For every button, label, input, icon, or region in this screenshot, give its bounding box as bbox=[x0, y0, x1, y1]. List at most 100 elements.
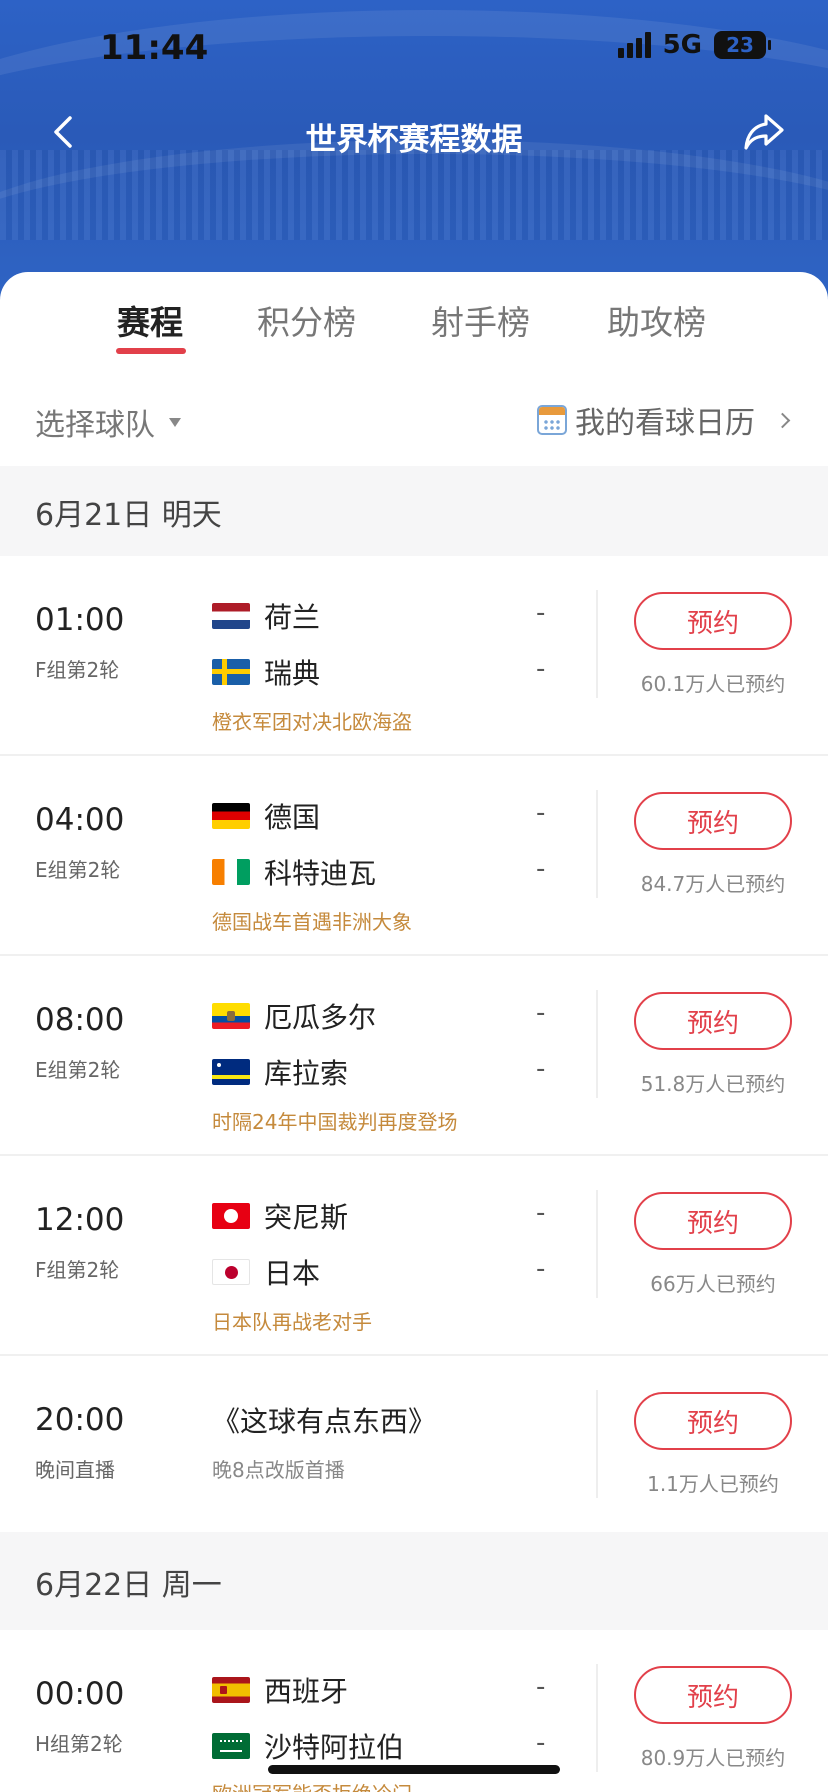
away-team: 日本 bbox=[212, 1252, 320, 1292]
away-team: 沙特阿拉伯 bbox=[212, 1726, 404, 1766]
saudi-arabia-flag-icon bbox=[212, 1733, 250, 1759]
divider bbox=[596, 990, 598, 1098]
home-team-name: 荷兰 bbox=[264, 601, 321, 634]
reserve-button[interactable]: 预约 bbox=[634, 792, 792, 850]
home-team: 荷兰 bbox=[212, 596, 320, 636]
status-time: 11:44 bbox=[100, 28, 209, 68]
away-team-name: 沙特阿拉伯 bbox=[264, 1731, 405, 1764]
divider bbox=[596, 1190, 598, 1298]
match-description: 时隔24年中国裁判再度登场 bbox=[212, 1110, 458, 1134]
match-row[interactable]: 04:00 E组第2轮 德国 - 科特迪瓦 - 德国战车首遇非洲大象 预约 84… bbox=[0, 756, 828, 956]
reserve-count: 51.8万人已预约 bbox=[640, 1072, 786, 1096]
away-team: 瑞典 bbox=[212, 652, 320, 692]
match-round: E组第2轮 bbox=[35, 1058, 121, 1082]
reserve-button[interactable]: 预约 bbox=[634, 1392, 792, 1450]
divider bbox=[596, 790, 598, 898]
chevron-right-icon bbox=[774, 412, 791, 428]
match-round: E组第2轮 bbox=[35, 858, 121, 882]
tunisia-flag-icon bbox=[212, 1203, 250, 1229]
match-description: 德国战车首遇非洲大象 bbox=[212, 910, 412, 934]
reserve-button[interactable]: 预约 bbox=[634, 1666, 792, 1724]
away-team-name: 科特迪瓦 bbox=[264, 857, 377, 890]
tab-scorers[interactable]: 射手榜 bbox=[431, 296, 530, 344]
home-score: - bbox=[536, 798, 546, 828]
caret-down-icon bbox=[169, 417, 181, 427]
reserve-count: 60.1万人已预约 bbox=[640, 672, 786, 696]
sweden-flag-icon bbox=[212, 659, 250, 685]
away-score: - bbox=[536, 654, 546, 684]
date-label: 6月22日 周一 bbox=[35, 1568, 222, 1603]
calendar-link[interactable]: 我的看球日历 bbox=[537, 398, 791, 442]
home-score: - bbox=[536, 1198, 546, 1228]
home-score: - bbox=[536, 998, 546, 1028]
share-button[interactable] bbox=[740, 110, 788, 154]
reserve-button[interactable]: 预约 bbox=[634, 992, 792, 1050]
home-team-name: 厄瓜多尔 bbox=[264, 1001, 377, 1034]
divider bbox=[596, 1390, 598, 1498]
spain-flag-icon bbox=[212, 1677, 250, 1703]
home-team-name: 德国 bbox=[264, 801, 321, 834]
date-label: 6月21日 明天 bbox=[35, 498, 222, 533]
home-score: - bbox=[536, 598, 546, 628]
away-score: - bbox=[536, 1254, 546, 1284]
match-round: F组第2轮 bbox=[35, 1258, 120, 1282]
tab-assists[interactable]: 助攻榜 bbox=[607, 296, 706, 344]
show-time: 20:00 bbox=[35, 1402, 125, 1438]
status-indicators: 5G 23 bbox=[617, 30, 771, 60]
match-row[interactable]: 08:00 E组第2轮 厄瓜多尔 - 库拉索 - 时隔24年中国裁判再度登场 预… bbox=[0, 956, 828, 1156]
match-description: 橙衣军团对决北欧海盗 bbox=[212, 710, 412, 734]
ivory-coast-flag-icon bbox=[212, 859, 250, 885]
match-time: 00:00 bbox=[35, 1676, 125, 1712]
away-team-name: 库拉索 bbox=[264, 1057, 349, 1090]
signal-icon bbox=[617, 32, 651, 58]
show-type: 晚间直播 bbox=[35, 1458, 115, 1482]
away-score: - bbox=[536, 1054, 546, 1084]
tab-schedule[interactable]: 赛程 bbox=[117, 296, 183, 344]
tab-standings[interactable]: 积分榜 bbox=[257, 296, 356, 344]
match-description: 欧洲冠军能否拒绝冷门 bbox=[212, 1778, 412, 1792]
show-row[interactable]: 20:00 晚间直播 《这球有点东西》 晚8点改版首播 预约 1.1万人已预约 bbox=[0, 1356, 828, 1556]
match-time: 08:00 bbox=[35, 1002, 125, 1038]
netherlands-flag-icon bbox=[212, 603, 250, 629]
network-type: 5G bbox=[662, 30, 702, 60]
reserve-count: 1.1万人已预约 bbox=[647, 1472, 779, 1496]
reserve-button[interactable]: 预约 bbox=[634, 1192, 792, 1250]
reserve-button[interactable]: 预约 bbox=[634, 592, 792, 650]
home-team-name: 突尼斯 bbox=[264, 1201, 349, 1234]
divider bbox=[596, 1664, 598, 1772]
away-team-name: 瑞典 bbox=[264, 657, 321, 690]
away-team-name: 日本 bbox=[264, 1257, 321, 1290]
away-score: - bbox=[536, 854, 546, 884]
home-team: 突尼斯 bbox=[212, 1196, 348, 1236]
home-team: 德国 bbox=[212, 796, 320, 836]
away-team: 科特迪瓦 bbox=[212, 852, 376, 892]
curacao-flag-icon bbox=[212, 1059, 250, 1085]
germany-flag-icon bbox=[212, 803, 250, 829]
ecuador-flag-icon bbox=[212, 1003, 250, 1029]
match-time: 04:00 bbox=[35, 802, 125, 838]
reserve-count: 80.9万人已预约 bbox=[640, 1746, 786, 1770]
page-title: 世界杯赛程数据 bbox=[305, 122, 523, 158]
match-row[interactable]: 01:00 F组第2轮 荷兰 - 瑞典 - 橙衣军团对决北欧海盗 预约 60.1… bbox=[0, 556, 828, 756]
home-indicator bbox=[268, 1765, 560, 1774]
tab-bar: 赛程 积分榜 射手榜 助攻榜 bbox=[0, 272, 828, 362]
match-round: F组第2轮 bbox=[35, 658, 120, 682]
active-tab-indicator bbox=[116, 348, 186, 354]
calendar-link-label: 我的看球日历 bbox=[575, 406, 755, 441]
date-header: 6月22日 周一 bbox=[0, 1532, 828, 1630]
match-row[interactable]: 12:00 F组第2轮 突尼斯 - 日本 - 日本队再战老对手 预约 66万人已… bbox=[0, 1156, 828, 1356]
calendar-icon bbox=[537, 405, 567, 435]
show-title: 《这球有点东西》 bbox=[212, 1405, 437, 1438]
match-description: 日本队再战老对手 bbox=[212, 1310, 372, 1334]
share-arrow-icon bbox=[744, 114, 784, 150]
match-time: 01:00 bbox=[35, 602, 125, 638]
reserve-count: 66万人已预约 bbox=[650, 1272, 776, 1296]
team-select-dropdown[interactable]: 选择球队 bbox=[35, 400, 181, 444]
home-team: 西班牙 bbox=[212, 1670, 348, 1710]
away-score: - bbox=[536, 1728, 546, 1758]
japan-flag-icon bbox=[212, 1259, 250, 1285]
show-subtitle: 晚8点改版首播 bbox=[212, 1458, 345, 1482]
match-round: H组第2轮 bbox=[35, 1732, 123, 1756]
battery-level: 23 bbox=[726, 33, 754, 57]
stadium-crowd-decoration bbox=[0, 150, 828, 240]
